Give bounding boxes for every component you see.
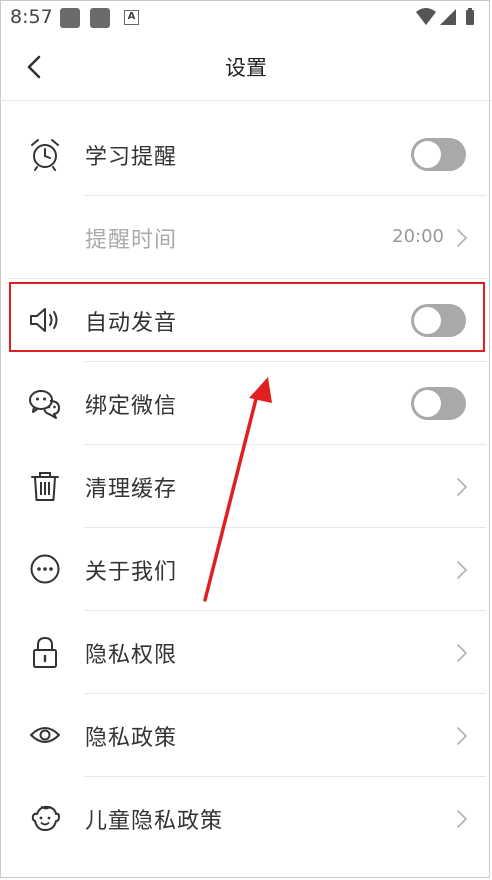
setting-label: 自动发音 xyxy=(85,311,178,336)
alarm-clock-icon xyxy=(31,139,59,171)
notification-icon xyxy=(60,8,80,28)
study-reminder-toggle[interactable] xyxy=(411,138,466,171)
chevron-right-icon xyxy=(457,561,467,579)
more-dots-icon xyxy=(30,554,60,584)
auto-pronunciation-toggle[interactable] xyxy=(411,304,466,337)
child-face-icon xyxy=(31,805,60,831)
setting-about-us[interactable]: 关于我们 xyxy=(0,528,492,611)
chevron-right-icon xyxy=(457,727,467,745)
setting-bind-wechat[interactable]: 绑定微信 xyxy=(0,362,492,445)
chevron-right-icon xyxy=(457,229,467,247)
wifi-icon xyxy=(416,8,436,25)
setting-privacy-policy[interactable]: 隐私政策 xyxy=(0,694,492,777)
setting-auto-pronunciation[interactable]: 自动发音 xyxy=(0,279,492,362)
chevron-right-icon xyxy=(457,478,467,496)
wechat-icon xyxy=(29,390,60,419)
header-bar: 设置 xyxy=(0,34,492,101)
setting-privacy-permissions[interactable]: 隐私权限 xyxy=(0,611,492,694)
setting-label: 隐私权限 xyxy=(85,643,178,668)
speaker-icon xyxy=(30,308,58,332)
chevron-right-icon xyxy=(457,644,467,662)
status-time: 8:57 xyxy=(10,6,53,28)
setting-label: 儿童隐私政策 xyxy=(85,809,224,834)
battery-icon xyxy=(466,10,474,25)
a-icon: A xyxy=(124,10,139,25)
cell-signal-icon xyxy=(440,9,456,25)
setting-label: 隐私政策 xyxy=(85,726,178,751)
setting-label: 学习提醒 xyxy=(85,145,178,170)
bind-wechat-toggle[interactable] xyxy=(411,387,466,420)
eye-icon xyxy=(30,727,60,743)
lock-icon xyxy=(33,636,57,668)
setting-reminder-time[interactable]: 提醒时间 20:00 xyxy=(0,196,492,279)
notification-icon xyxy=(90,8,110,28)
signal-icons xyxy=(416,8,474,25)
setting-label: 提醒时间 xyxy=(85,228,178,253)
setting-study-reminder[interactable]: 学习提醒 xyxy=(0,113,492,196)
setting-clear-cache[interactable]: 清理缓存 xyxy=(0,445,492,528)
page-title: 设置 xyxy=(225,56,267,80)
setting-label: 清理缓存 xyxy=(85,477,178,502)
chevron-right-icon xyxy=(457,810,467,828)
setting-label: 绑定微信 xyxy=(85,394,178,419)
trash-icon xyxy=(31,472,59,501)
status-bar: 8:57 A xyxy=(0,0,492,34)
setting-children-privacy-policy[interactable]: 儿童隐私政策 xyxy=(0,777,492,860)
reminder-time-value: 20:00 xyxy=(392,226,444,247)
setting-label: 关于我们 xyxy=(85,560,178,585)
